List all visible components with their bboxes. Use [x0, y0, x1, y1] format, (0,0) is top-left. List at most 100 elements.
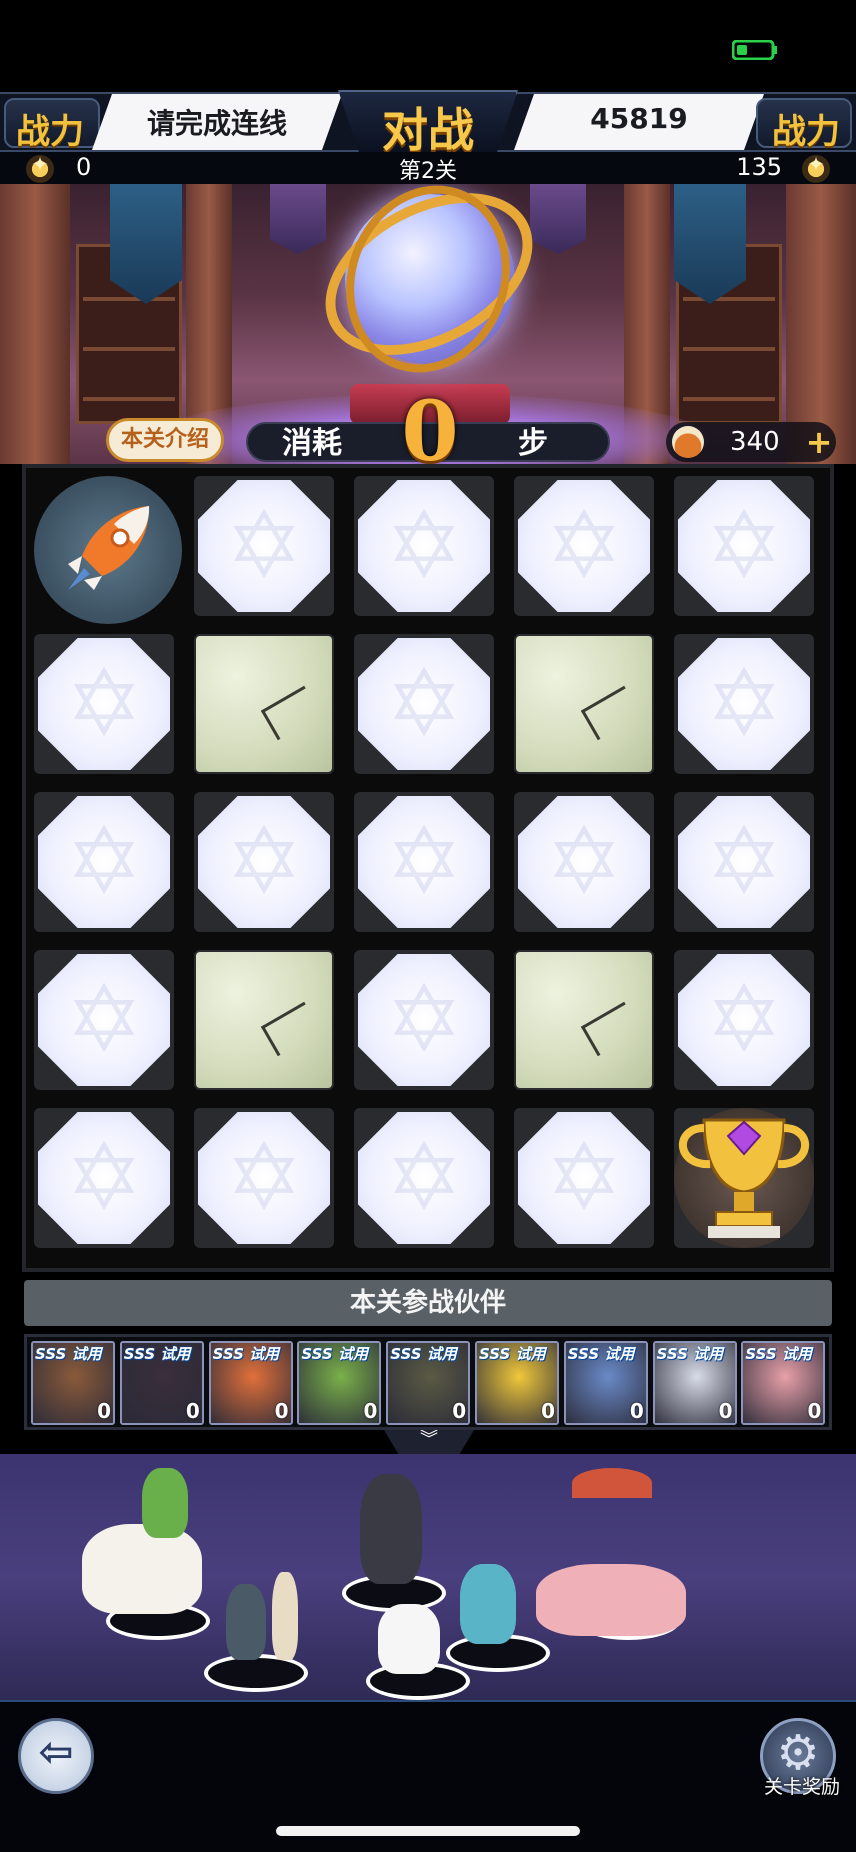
- partner-rank-badge: SSS 试用: [479, 1345, 546, 1363]
- partners-title: 本关参战伙伴: [24, 1280, 832, 1326]
- board-tile[interactable]: [354, 950, 494, 1090]
- board-tile[interactable]: [34, 950, 174, 1090]
- board-tile[interactable]: [514, 792, 654, 932]
- status-bar: [0, 0, 856, 92]
- partner-count: 0: [452, 1399, 467, 1423]
- board-tile[interactable]: [34, 634, 174, 774]
- hexagram-tile-icon: [678, 480, 810, 612]
- partner-count: 0: [363, 1399, 378, 1423]
- stone-block-icon: [196, 952, 332, 1088]
- steps-label: 消耗: [282, 426, 342, 461]
- board-tile[interactable]: [514, 476, 654, 616]
- hexagram-tile-icon: [358, 796, 490, 928]
- hexagram-tile-icon: [678, 638, 810, 770]
- hexagram-tile-icon: [518, 1112, 650, 1244]
- partner-card[interactable]: SSS 试用 0: [475, 1341, 559, 1425]
- right-star-count: 135: [736, 153, 782, 181]
- board-tile[interactable]: [34, 1108, 174, 1248]
- party-scene: [0, 1454, 856, 1700]
- pillar: [0, 184, 70, 464]
- partner-count: 0: [541, 1399, 555, 1423]
- trophy-icon: [678, 1118, 810, 1238]
- partner-rank-badge: SSS 试用: [123, 1345, 191, 1363]
- partner-rank-badge: SSS 试用: [745, 1345, 812, 1363]
- rocket-icon: [34, 476, 182, 624]
- board-tile[interactable]: [514, 1108, 654, 1248]
- goal-tile[interactable]: [674, 1108, 814, 1248]
- board-tile[interactable]: [194, 476, 334, 616]
- start-tile[interactable]: [34, 476, 182, 624]
- board-tile[interactable]: [34, 792, 174, 932]
- hexagram-tile-icon: [198, 1112, 330, 1244]
- partner-card[interactable]: SSS 试用 0: [652, 1341, 737, 1425]
- stone-block-icon: [516, 636, 652, 772]
- add-currency-button[interactable]: +: [802, 424, 836, 460]
- exit-icon: ⇦: [38, 1727, 74, 1776]
- hexagram-tile-icon: [358, 480, 490, 612]
- power-right-label: 战力: [772, 112, 840, 152]
- hexagram-tile-icon: [678, 796, 810, 928]
- board-tile[interactable]: [674, 634, 814, 774]
- stone-block-tile: [194, 950, 334, 1090]
- battle-header: 战力 请完成连线 对战 45819 战力: [0, 90, 856, 157]
- hexagram-tile-icon: [518, 796, 650, 928]
- banner-flag: [270, 184, 326, 254]
- partner-card[interactable]: SSS 试用 0: [31, 1341, 115, 1425]
- exit-button[interactable]: ⇦: [18, 1718, 94, 1794]
- banner-flag: [110, 184, 182, 304]
- acorn-icon: [672, 426, 704, 458]
- stone-block-tile: [514, 634, 654, 774]
- home-indicator: [276, 1826, 580, 1836]
- umbrella-prop: [572, 1468, 652, 1498]
- partner-card[interactable]: SSS 试用 0: [208, 1341, 293, 1425]
- hexagram-tile-icon: [38, 796, 170, 928]
- cross-prop: [272, 1572, 298, 1660]
- partner-rank-badge: SSS 试用: [390, 1345, 457, 1363]
- level-intro-button[interactable]: 本关介绍: [106, 418, 224, 462]
- partner-card[interactable]: SSS 试用 0: [386, 1341, 471, 1425]
- hexagram-tile-icon: [358, 1112, 490, 1244]
- objective-text: 请完成连线: [146, 107, 287, 140]
- battery-icon: [732, 40, 777, 60]
- partner-count: 0: [274, 1399, 289, 1423]
- hexagram-tile-icon: [198, 796, 330, 928]
- character-pad: [208, 1658, 304, 1688]
- level-label: 第2关: [399, 159, 457, 184]
- steps-unit: 步: [518, 426, 548, 461]
- chevron-down-icon[interactable]: ︾: [384, 1430, 474, 1454]
- power-left-label: 战力: [16, 112, 84, 152]
- board-tile[interactable]: [354, 1108, 494, 1248]
- battle-title: 对战: [382, 103, 474, 157]
- partner-count: 0: [185, 1399, 200, 1423]
- partner-card[interactable]: SSS 试用 0: [563, 1341, 648, 1425]
- board-tile[interactable]: [194, 1108, 334, 1248]
- power-left-badge: 战力: [4, 98, 100, 152]
- board-tile[interactable]: [354, 634, 494, 774]
- currency-display: 340 +: [666, 422, 836, 462]
- stone-block-tile: [514, 950, 654, 1090]
- partner-card[interactable]: SSS 试用 0: [741, 1341, 826, 1425]
- board-tile[interactable]: [674, 950, 814, 1090]
- hexagram-tile-icon: [678, 954, 810, 1086]
- currency-value: 340: [730, 427, 780, 457]
- hexagram-tile-icon: [198, 480, 330, 612]
- partner-rank-badge: SSS 试用: [567, 1345, 635, 1363]
- score-subbar: 0 第2关 135: [0, 152, 856, 184]
- partner-count: 0: [807, 1399, 822, 1423]
- knight-character: [226, 1584, 266, 1660]
- partner-rank-badge: SSS 试用: [212, 1345, 280, 1363]
- board-tile[interactable]: [354, 476, 494, 616]
- board-tile[interactable]: [354, 792, 494, 932]
- board-tile[interactable]: [674, 792, 814, 932]
- board-tile[interactable]: [194, 792, 334, 932]
- hexagram-tile-icon: [358, 638, 490, 770]
- power-right-badge: 战力: [756, 98, 852, 152]
- board-tile[interactable]: [674, 476, 814, 616]
- girl-character: [142, 1468, 188, 1538]
- hexagram-tile-icon: [38, 1112, 170, 1244]
- partner-count: 0: [718, 1399, 733, 1423]
- winged-character: [360, 1474, 422, 1584]
- partner-rank-badge: SSS 试用: [301, 1345, 368, 1363]
- partner-card[interactable]: SSS 试用 0: [297, 1341, 382, 1425]
- partner-card[interactable]: SSS 试用 0: [119, 1341, 204, 1425]
